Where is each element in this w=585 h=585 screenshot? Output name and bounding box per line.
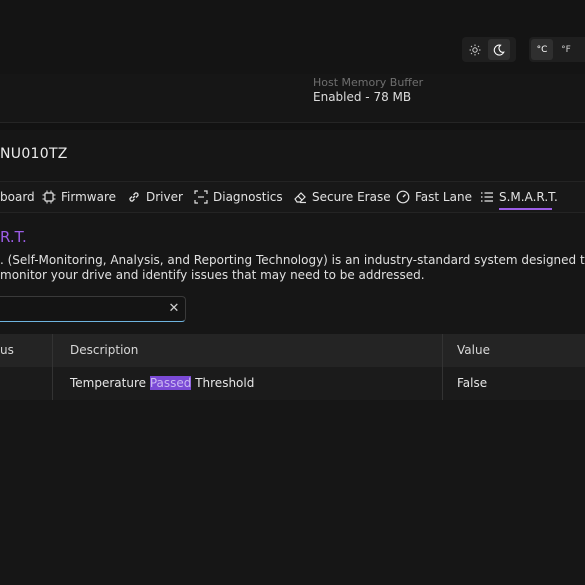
text: Threshold xyxy=(191,376,255,390)
info-value: Enabled - 78 MB xyxy=(313,90,412,104)
tab-label: Secure Erase xyxy=(312,190,391,204)
tab-label: Fast Lane xyxy=(415,190,472,204)
tab-bar: board Firmware Driver Diagnostics Secure… xyxy=(0,181,585,213)
moon-icon[interactable] xyxy=(488,39,510,60)
column-value[interactable]: Value xyxy=(457,343,490,357)
tab-fast-lane[interactable]: Fast Lane xyxy=(396,182,472,212)
text: Temperature xyxy=(70,376,150,390)
column-description[interactable]: Description xyxy=(70,343,138,357)
eraser-icon xyxy=(293,190,307,204)
fahrenheit-button[interactable]: °F xyxy=(555,39,577,60)
tab-label: Diagnostics xyxy=(213,190,283,204)
row-description: Temperature Passed Threshold xyxy=(70,376,254,390)
row-value: False xyxy=(457,376,488,390)
tab-label: S.M.A.R.T. xyxy=(499,190,558,204)
tab-label: board xyxy=(0,190,35,204)
tab-driver[interactable]: Driver xyxy=(127,182,183,212)
tab-diagnostics[interactable]: Diagnostics xyxy=(194,182,283,212)
sun-icon[interactable] xyxy=(464,39,486,60)
active-tab-indicator xyxy=(499,208,552,210)
tab-label: Driver xyxy=(146,190,183,204)
divider xyxy=(0,122,585,123)
speed-icon xyxy=(396,190,410,204)
scan-icon xyxy=(194,190,208,204)
search-match-highlight: Passed xyxy=(149,376,192,390)
theme-toggle xyxy=(462,37,516,62)
drive-model: NU010TZ xyxy=(0,146,68,162)
column-divider xyxy=(52,334,53,400)
close-icon[interactable]: ✕ xyxy=(166,300,182,316)
tab-firmware[interactable]: Firmware xyxy=(42,182,116,212)
chip-icon xyxy=(42,190,56,204)
tab-label: Firmware xyxy=(61,190,116,204)
info-band xyxy=(0,74,585,122)
link-icon xyxy=(127,190,141,204)
column-status[interactable]: us xyxy=(0,343,14,357)
unit-toggle: °C °F xyxy=(529,37,585,62)
search-input[interactable] xyxy=(0,296,186,322)
celsius-button[interactable]: °C xyxy=(531,39,553,60)
section-title: R.T. xyxy=(0,228,27,246)
tab-dashboard[interactable]: board xyxy=(0,182,35,212)
column-divider xyxy=(442,334,443,400)
info-label: Host Memory Buffer xyxy=(313,76,424,89)
tab-secure-erase[interactable]: Secure Erase xyxy=(293,182,391,212)
list-icon xyxy=(480,190,494,204)
section-description: . (Self-Monitoring, Analysis, and Report… xyxy=(0,253,585,282)
